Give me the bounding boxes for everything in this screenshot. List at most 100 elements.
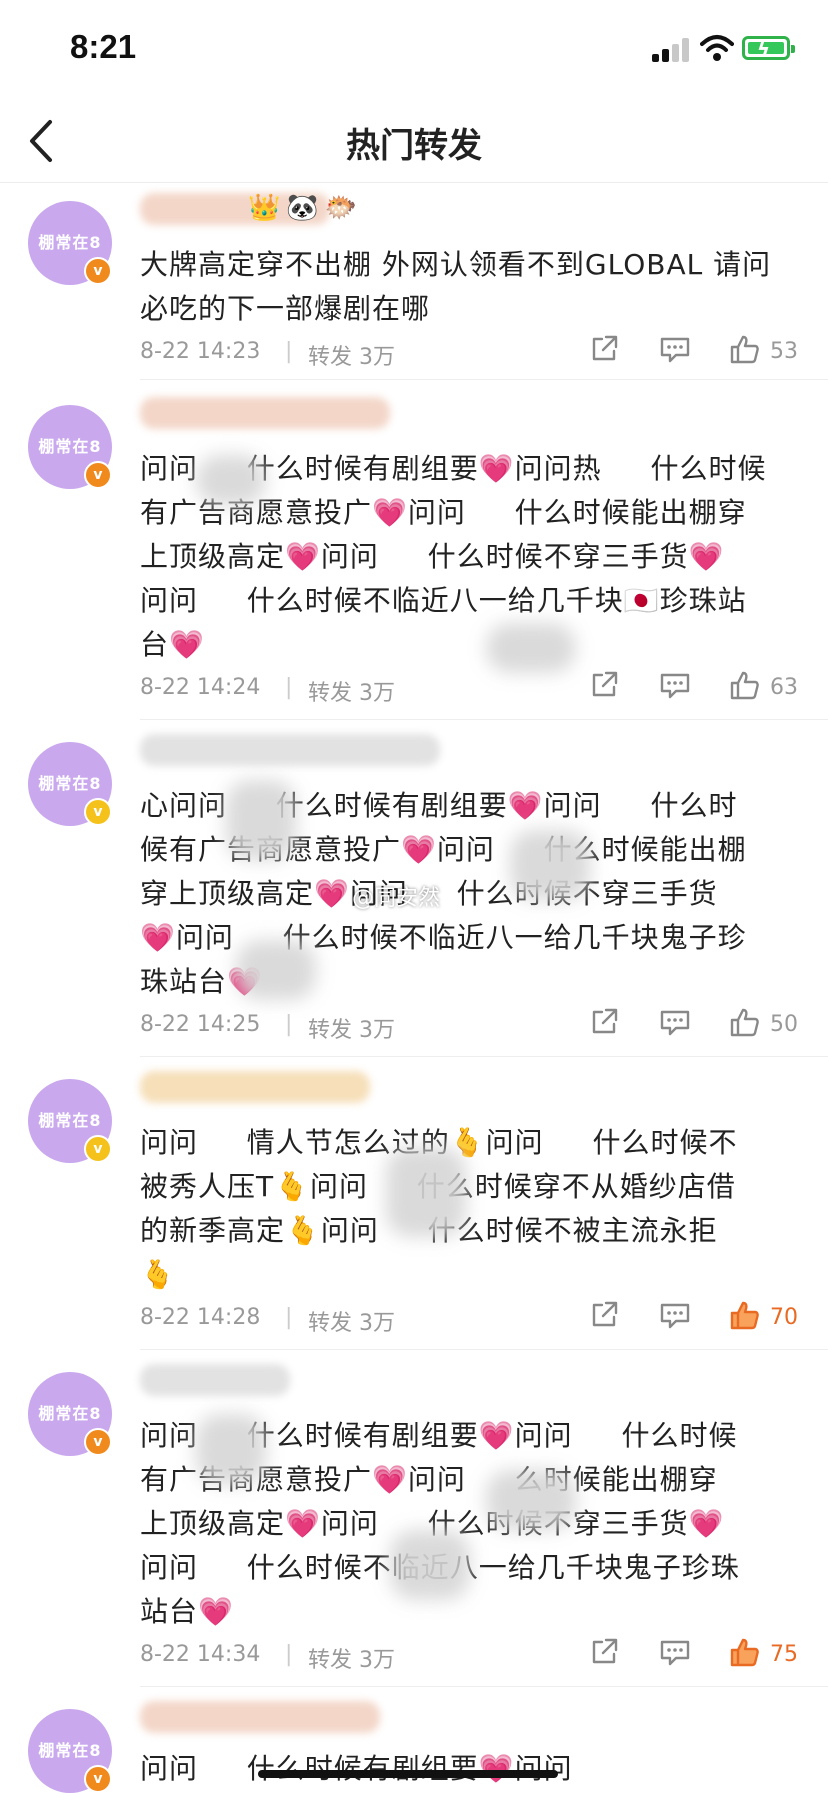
verified-badge-icon: v — [84, 1135, 112, 1163]
blur-mask — [226, 780, 296, 860]
text-line: 被秀人压T🫰问问 什么时候穿不从婚纱店借 — [140, 1170, 736, 1203]
share-icon[interactable] — [588, 1299, 620, 1331]
repost-text: 大牌高定穿不出棚 外网认领看不到GLOBAL 请问 必吃的下一部爆剧在哪 — [140, 243, 800, 331]
blur-mask — [236, 940, 316, 1000]
like-icon[interactable] — [728, 669, 762, 701]
avatar-text: 棚常在8 — [38, 437, 102, 456]
blur-mask — [390, 1530, 470, 1600]
post-date: 8-22 14:25 — [140, 1012, 261, 1037]
text-line: 上顶级高定💗问问 什么时候不穿三手货💗 — [140, 540, 725, 573]
fish-badge-icon: 🐡 — [324, 193, 358, 223]
text-line: 台💗 — [140, 628, 205, 661]
blur-mask — [386, 1147, 466, 1237]
wifi-icon — [700, 35, 734, 61]
text-line: 问问 什么时候不临近八一给几千块鬼子珍珠 — [140, 1551, 740, 1584]
like-icon-active[interactable] — [728, 1299, 762, 1331]
like-icon[interactable] — [728, 1006, 762, 1038]
meta-separator: | — [285, 675, 293, 700]
like-icon-active[interactable] — [728, 1636, 762, 1668]
text-line: 穿上顶级高定💗问问 什么时候不穿三手货 — [140, 877, 718, 910]
text-line: 上顶级高定💗问问 什么时候不穿三手货💗 — [140, 1507, 725, 1540]
verified-badge-icon: v — [84, 257, 112, 285]
like-count: 50 — [770, 1012, 798, 1037]
repost-count: 转发 3万 — [308, 1311, 395, 1336]
post-date: 8-22 14:28 — [140, 1305, 261, 1330]
user-badges: 👑 🐼 🐡 — [248, 193, 357, 223]
avatar[interactable]: 棚常在8 v — [28, 742, 112, 826]
share-icon[interactable] — [588, 1636, 620, 1668]
post-date: 8-22 14:34 — [140, 1642, 261, 1667]
blur-mask — [196, 1414, 266, 1484]
comment-icon[interactable] — [658, 1006, 692, 1038]
meta-row: 8-22 14:23 | 转发 3万 53 — [140, 331, 800, 371]
avatar[interactable]: 棚常在8 v — [28, 1709, 112, 1793]
avatar-text: 棚常在8 — [38, 1404, 102, 1423]
avatar[interactable]: 棚常在8 v — [28, 1079, 112, 1163]
share-icon[interactable] — [588, 333, 620, 365]
post-date: 8-22 14:24 — [140, 675, 261, 700]
username-blurred[interactable] — [140, 734, 440, 766]
comment-icon[interactable] — [658, 1636, 692, 1668]
like-count: 53 — [770, 339, 798, 364]
repost-count: 转发 3万 — [308, 1018, 395, 1043]
meta-separator: | — [285, 1305, 293, 1330]
meta-separator: | — [285, 339, 293, 364]
battery-icon: ϟ — [742, 36, 795, 61]
comment-icon[interactable] — [658, 669, 692, 701]
repost-text: 问问 什么时候有剧组要💗问问 — [140, 1747, 800, 1791]
username-blurred[interactable] — [140, 1071, 370, 1103]
repost-item: 棚常在8 v 问问 什么时候有剧组要💗问问热 什么时候 有广告商愿意投广💗问问 … — [0, 383, 828, 720]
meta-row: 8-22 14:24 | 转发 3万 63 — [140, 667, 800, 707]
meta-separator: | — [285, 1642, 293, 1667]
text-line: 站台💗 — [140, 1595, 234, 1628]
like-count: 75 — [770, 1642, 798, 1667]
like-icon[interactable] — [728, 333, 762, 365]
home-indicator — [258, 1770, 558, 1778]
avatar[interactable]: 棚常在8 v — [28, 405, 112, 489]
blur-mask — [510, 830, 590, 900]
username-blurred[interactable] — [140, 397, 390, 429]
text-line: 必吃的下一部爆剧在哪 — [140, 292, 431, 325]
like-count: 63 — [770, 675, 798, 700]
blur-mask — [486, 1470, 576, 1530]
repost-count: 转发 3万 — [308, 681, 395, 706]
watermark: @同安然 — [352, 886, 441, 911]
text-line: 的新季高定🫰问问 什么时候不被主流永拒 — [140, 1214, 718, 1247]
blur-mask — [486, 623, 576, 673]
avatar-text: 棚常在8 — [38, 1741, 102, 1760]
status-bar: 8:21 ϟ — [0, 0, 828, 100]
cellular-signal-icon — [652, 38, 690, 62]
blur-mask — [196, 455, 266, 505]
avatar-text: 棚常在8 — [38, 774, 102, 793]
text-line: 大牌高定穿不出棚 外网认领看不到GLOBAL 请问 — [140, 248, 772, 281]
meta-row: 8-22 14:28 | 转发 3万 70 — [140, 1297, 800, 1337]
share-icon[interactable] — [588, 669, 620, 701]
repost-text: 问问 情人节怎么过的🫰问问 什么时候不 被秀人压T🫰问问 什么时候穿不从婚纱店借… — [140, 1121, 800, 1297]
like-count: 70 — [770, 1305, 798, 1330]
avatar[interactable]: 棚常在8 v — [28, 1372, 112, 1456]
divider — [140, 379, 828, 380]
repost-item: 棚常在8 v 👑 🐼 🐡 大牌高定穿不出棚 外网认领看不到GLOBAL 请问 必… — [0, 183, 828, 383]
meta-row: 8-22 14:34 | 转发 3万 75 — [140, 1634, 800, 1674]
verified-badge-icon: v — [84, 1428, 112, 1456]
repost-count: 转发 3万 — [308, 345, 395, 370]
comment-icon[interactable] — [658, 1299, 692, 1331]
post-date: 8-22 14:23 — [140, 339, 261, 364]
status-time: 8:21 — [70, 28, 137, 65]
avatar-text: 棚常在8 — [38, 1111, 102, 1130]
page-title: 热门转发 — [346, 126, 482, 166]
panda-badge-icon: 🐼 — [286, 193, 319, 223]
avatar[interactable]: 棚常在8 v — [28, 201, 112, 285]
nav-bar: 热门转发 — [0, 100, 828, 183]
repost-item: 棚常在8 v 问问 情人节怎么过的🫰问问 什么时候不 被秀人压T🫰问问 什么时候… — [0, 1057, 828, 1350]
meta-separator: | — [285, 1012, 293, 1037]
text-line: 问问 什么时候不临近八一给几千块🇯🇵珍珠站 — [140, 584, 747, 617]
username-blurred[interactable] — [140, 1364, 290, 1396]
comment-icon[interactable] — [658, 333, 692, 365]
verified-badge-icon: v — [84, 461, 112, 489]
text-line: 问问 情人节怎么过的🫰问问 什么时候不 — [140, 1126, 738, 1159]
share-icon[interactable] — [588, 1006, 620, 1038]
text-line: 🫰 — [140, 1258, 176, 1291]
repost-item: 棚常在8 v 问问 什么时候有剧组要💗问问 什么时候 有广告商愿意投广💗问问 么… — [0, 1350, 828, 1687]
username-blurred[interactable] — [140, 1701, 380, 1733]
